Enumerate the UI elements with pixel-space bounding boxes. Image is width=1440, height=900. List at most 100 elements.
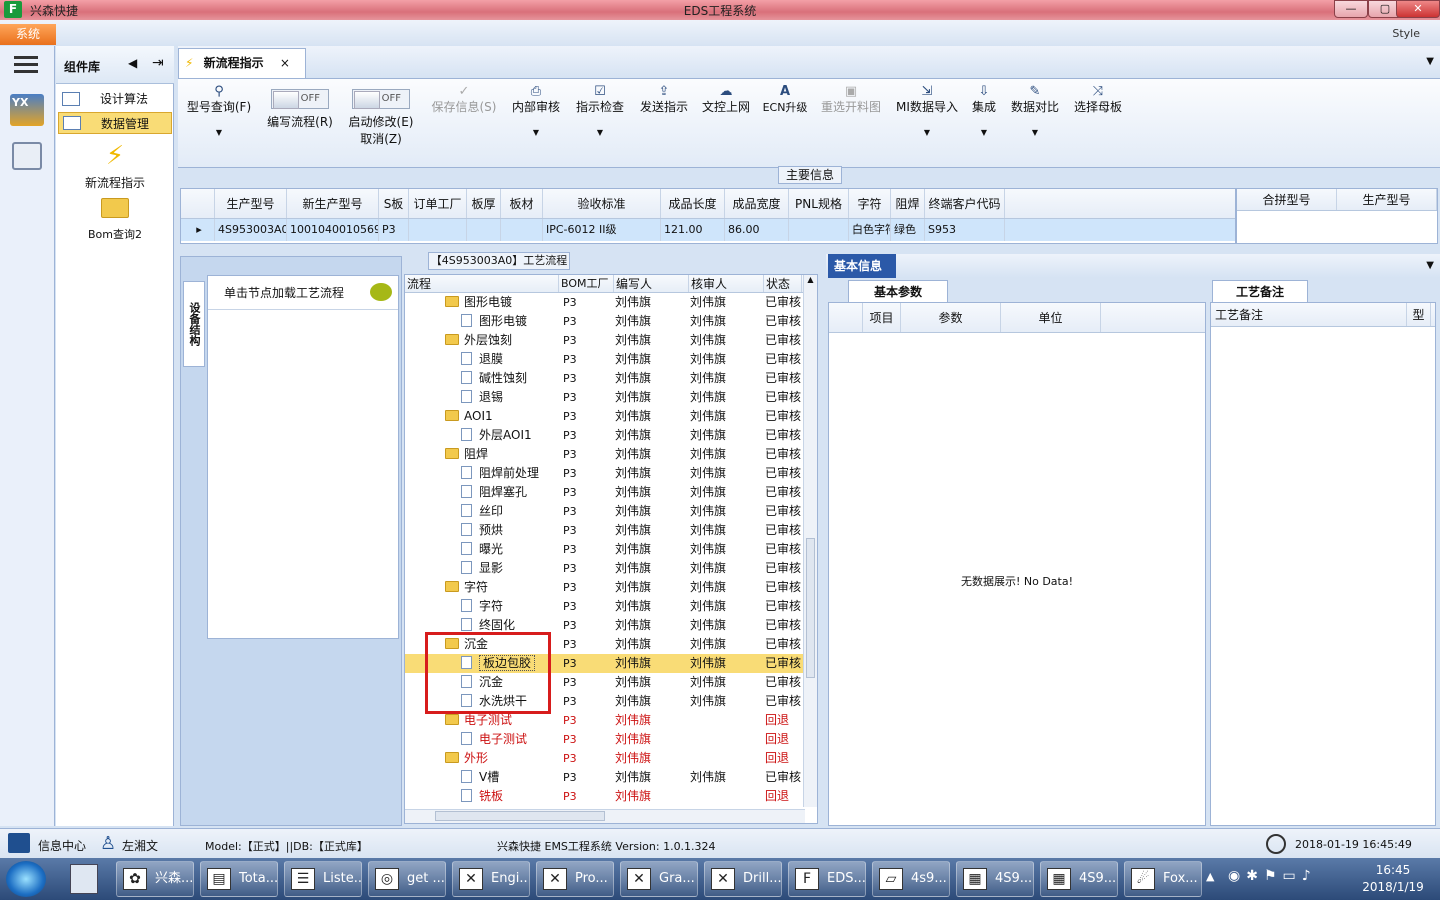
col-header[interactable]: 成品长度 <box>661 189 725 218</box>
col-header[interactable]: 板厚 <box>467 189 501 218</box>
process-vscrollbar[interactable]: ▲ <box>803 275 817 807</box>
col-header[interactable]: 合拼型号 <box>1237 189 1337 210</box>
col-header[interactable]: 流程 <box>405 275 559 292</box>
ecn-upgrade-button[interactable]: A ECN升级 <box>760 83 810 116</box>
col-header[interactable]: 验收标准 <box>543 189 661 218</box>
device-tree[interactable]: 单击节点加载工艺流程 <box>207 275 399 639</box>
mi-import-button[interactable]: ⇲ MI数据导入 ▼ <box>892 83 962 141</box>
tray-icons[interactable]: ◉✱⚑▭♪ <box>1228 868 1317 884</box>
taskbar-item[interactable]: ☄ Fox... <box>1124 861 1202 897</box>
taskbar-item[interactable]: ✿ 兴森... <box>116 861 194 897</box>
col-header[interactable]: 新生产型号 <box>287 189 379 218</box>
internal-review-button[interactable]: ⎙ 内部审核 ▼ <box>508 83 564 141</box>
col-header[interactable]: 核审人 <box>689 275 764 292</box>
taskbar-item[interactable]: ▱ 4s9... <box>872 861 950 897</box>
taskbar-item[interactable]: ▦ 4S9... <box>956 861 1034 897</box>
start-button[interactable] <box>6 861 46 897</box>
scroll-up-icon[interactable]: ▲ <box>804 275 817 284</box>
shortcut-new-process[interactable]: ⚡ 新流程指示 <box>56 138 174 191</box>
tree-row[interactable]: 电子测试 P3 刘伟旗 回退 <box>405 730 803 749</box>
col-header[interactable]: 参数 <box>901 303 1001 332</box>
tab-process-note[interactable]: 工艺备注 <box>1212 280 1308 302</box>
tree-row[interactable]: 阻焊 P3 刘伟旗 刘伟旗 已审核 <box>405 445 803 464</box>
hscroll-thumb[interactable] <box>435 811 605 821</box>
taskbar-item[interactable]: ☰ Liste... <box>284 861 362 897</box>
col-header[interactable]: 状态 <box>764 275 802 292</box>
collapse-left-icon[interactable]: ◀ <box>128 56 137 70</box>
tree-row[interactable]: 显影 P3 刘伟旗 刘伟旗 已审核 <box>405 559 803 578</box>
shortcut-bom-query[interactable]: Bom查询2 <box>56 198 174 242</box>
style-menu[interactable]: Style <box>1392 27 1420 40</box>
tree-row[interactable]: 退锡 P3 刘伟旗 刘伟旗 已审核 <box>405 388 803 407</box>
calendar-icon[interactable] <box>12 142 42 170</box>
send-indication-button[interactable]: ⇪ 发送指示 <box>636 83 692 116</box>
select-mother-button[interactable]: ⤨ 选择母板 <box>1070 83 1126 116</box>
tree-row[interactable]: 铣板 P3 刘伟旗 回退 <box>405 787 803 805</box>
pin-icon[interactable]: ⇥ <box>152 55 164 71</box>
reselect-material-button[interactable]: ▣ 重选开料图 <box>818 83 884 116</box>
data-compare-button[interactable]: ✎ 数据对比 ▼ <box>1008 83 1062 141</box>
info-center-link[interactable]: 信息中心 <box>38 837 86 854</box>
taskbar-item[interactable]: ◎ get ... <box>368 861 446 897</box>
doc-upload-button[interactable]: ☁ 文控上网 <box>698 83 754 116</box>
tree-row[interactable]: 字符 P3 刘伟旗 刘伟旗 已审核 <box>405 578 803 597</box>
col-header[interactable]: 单位 <box>1001 303 1101 332</box>
tree-row[interactable]: 阻焊前处理 P3 刘伟旗 刘伟旗 已审核 <box>405 464 803 483</box>
tree-row[interactable]: 预烘 P3 刘伟旗 刘伟旗 已审核 <box>405 521 803 540</box>
tree-row[interactable]: AOI1 P3 刘伟旗 刘伟旗 已审核 <box>405 407 803 426</box>
close-button[interactable]: ✕ <box>1396 0 1440 18</box>
factory-icon[interactable]: YX <box>10 94 44 126</box>
tree-row[interactable]: V槽 P3 刘伟旗 刘伟旗 已审核 <box>405 768 803 787</box>
tree-row[interactable]: 曝光 P3 刘伟旗 刘伟旗 已审核 <box>405 540 803 559</box>
tab-basic-info[interactable]: 基本信息 <box>828 254 896 278</box>
col-header[interactable]: 字符 <box>849 189 891 218</box>
taskbar-item[interactable]: ▦ 4S9... <box>1040 861 1118 897</box>
col-header[interactable]: 订单工厂 <box>409 189 467 218</box>
col-header[interactable]: PNL规格 <box>789 189 849 218</box>
calculator-icon[interactable] <box>70 864 98 894</box>
col-header[interactable]: 成品宽度 <box>725 189 789 218</box>
tab-basic-params[interactable]: 基本参数 <box>848 280 948 302</box>
edit-flow-toggle[interactable]: OFF <box>271 89 329 109</box>
col-header[interactable]: 项目 <box>863 303 901 332</box>
indication-check-button[interactable]: ☑ 指示检查 ▼ <box>572 83 628 141</box>
tab-list-icon[interactable]: ▼ <box>1426 56 1434 67</box>
col-header[interactable]: 编写人 <box>614 275 689 292</box>
system-tab[interactable]: 系统 <box>0 24 56 45</box>
tree-row[interactable]: 丝印 P3 刘伟旗 刘伟旗 已审核 <box>405 502 803 521</box>
taskbar-item[interactable]: ✕ Gra... <box>620 861 698 897</box>
tree-row[interactable]: 外层AOI1 P3 刘伟旗 刘伟旗 已审核 <box>405 426 803 445</box>
col-header[interactable]: BOM工厂 <box>559 275 614 292</box>
taskbar-item[interactable]: ✕ Drill... <box>704 861 782 897</box>
col-header[interactable]: 板材 <box>501 189 543 218</box>
col-header[interactable]: 工艺备注 <box>1211 303 1407 326</box>
save-info-button[interactable]: ✓ 保存信息(S) <box>428 83 500 116</box>
tray-expand-icon[interactable]: ▲ <box>1206 870 1214 883</box>
tree-row[interactable]: 字符 P3 刘伟旗 刘伟旗 已审核 <box>405 597 803 616</box>
col-header[interactable]: 终端客户代码 <box>925 189 1005 218</box>
start-modify-toggle[interactable]: OFF <box>352 89 410 109</box>
tree-row[interactable]: 图形电镀 P3 刘伟旗 刘伟旗 已审核 <box>405 312 803 331</box>
hamburger-icon[interactable] <box>14 56 38 59</box>
taskbar-clock[interactable]: 16:45 2018/1/19 <box>1356 862 1430 896</box>
col-header[interactable]: 生产型号 <box>215 189 287 218</box>
tab-close-icon[interactable]: × <box>268 56 290 70</box>
tab-new-process[interactable]: ⚡ 新流程指示 × <box>178 48 306 78</box>
tree-row[interactable]: 外形 P3 刘伟旗 回退 <box>405 749 803 768</box>
process-hscrollbar[interactable] <box>405 809 805 823</box>
taskbar-item[interactable]: ✕ Engi... <box>452 861 530 897</box>
nav-item-design-algorithm[interactable]: 设计算法 <box>58 88 172 110</box>
tree-row[interactable]: 阻焊塞孔 P3 刘伟旗 刘伟旗 已审核 <box>405 483 803 502</box>
tree-row[interactable]: 图形电镀 P3 刘伟旗 刘伟旗 已审核 <box>405 293 803 312</box>
integrate-button[interactable]: ⇩ 集成 ▼ <box>968 83 1000 141</box>
model-query-button[interactable]: ⚲ 型号查询(F) ▼ <box>184 83 254 141</box>
nav-item-data-management[interactable]: 数据管理 <box>58 112 172 134</box>
taskbar-item[interactable]: ▤ Tota... <box>200 861 278 897</box>
minimize-button[interactable]: — <box>1334 0 1368 18</box>
table-row[interactable]: ▸ 4S953003A0 10010400105698 P3 IPC-6012 … <box>181 219 1235 241</box>
tree-row[interactable]: 退膜 P3 刘伟旗 刘伟旗 已审核 <box>405 350 803 369</box>
grid-icon[interactable] <box>8 833 30 853</box>
col-header[interactable]: S板 <box>379 189 409 218</box>
tree-row[interactable]: 外层蚀刻 P3 刘伟旗 刘伟旗 已审核 <box>405 331 803 350</box>
tab-device-structure[interactable]: 设备结构 <box>183 281 205 367</box>
